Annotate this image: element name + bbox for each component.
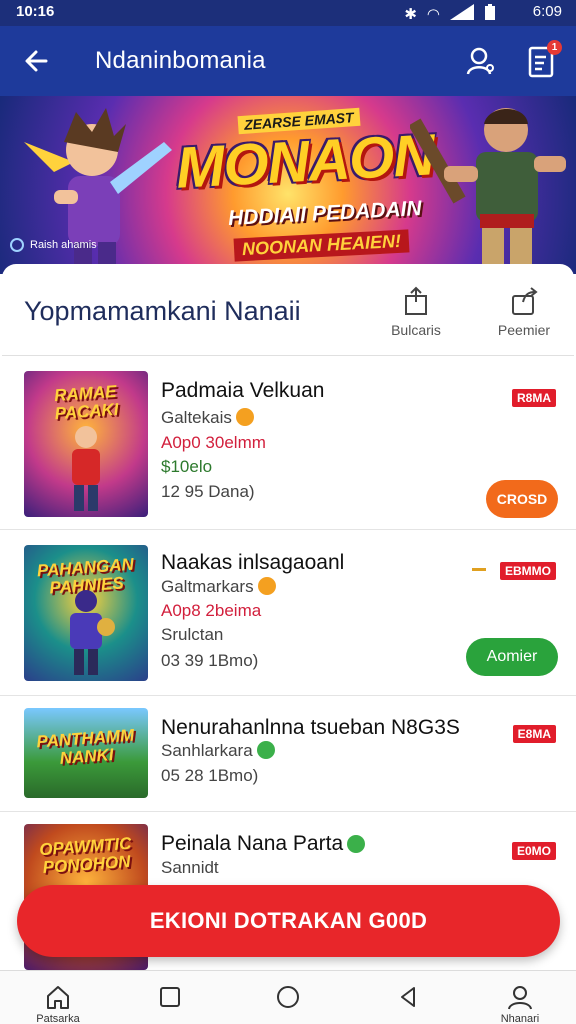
game-publisher-text: Galtmarkars: [161, 577, 254, 596]
status-bar: 10:16 ✱ ◠ 6:09: [0, 0, 576, 26]
game-publisher: Galtmarkars: [161, 577, 276, 597]
section-action-1[interactable]: Bulcaris: [378, 286, 454, 338]
banner-subline: HDDIAII PEDADAIN: [227, 196, 423, 231]
user-search-icon[interactable]: [464, 44, 498, 78]
section-action-2[interactable]: Peemier: [486, 286, 562, 338]
game-meta: 12 95 Dana): [161, 482, 255, 501]
wifi-icon: ◠: [426, 6, 440, 23]
game-name-text: Peinala Nana Parta: [161, 832, 344, 855]
status-badge: R8MA: [511, 389, 556, 407]
list-item[interactable]: RAMAE PACAKI Padmaia Velkuan Galtekais A…: [0, 358, 576, 530]
game-publisher: Sanhlarkara: [161, 741, 275, 761]
section-header: Yopmamamkani Nanaii Bulcaris Peemier: [2, 264, 574, 356]
page-title: Ndaninbomania: [95, 47, 266, 74]
status-time: 10:16: [16, 3, 55, 20]
game-publisher: Sannidt: [161, 858, 219, 877]
section-heading: Yopmamamkani Nanaii: [24, 296, 301, 326]
share-icon: [405, 286, 427, 315]
game-name[interactable]: Padmaia Velkuan: [161, 379, 324, 403]
status-badge: E8MA: [512, 725, 556, 743]
game-publisher-text: Sanhlarkara: [161, 741, 253, 760]
back-arrow-icon[interactable]: [20, 44, 54, 78]
nav-home[interactable]: Patsarka: [28, 983, 88, 1024]
check-circle-icon: [256, 741, 275, 759]
list-item[interactable]: PANTHAMM NANKI Nenurahanlnna tsueban N8G…: [0, 696, 576, 812]
notification-badge: 1: [547, 40, 562, 55]
nav-recents[interactable]: [140, 983, 200, 1011]
game-name[interactable]: Peinala Nana Parta: [161, 832, 366, 856]
app-bar: Ndaninbomania 1: [0, 26, 576, 96]
circle-icon: [277, 986, 299, 1008]
character-figure: [70, 590, 115, 675]
game-thumbnail[interactable]: PANTHAMM NANKI: [24, 708, 148, 798]
profile-icon: [508, 986, 532, 1010]
game-promo: A0p8 2beima: [161, 601, 262, 620]
game-meta: 05 28 1Bmo): [161, 766, 259, 785]
status-icons: ✱ ◠: [404, 4, 496, 24]
promo-banner[interactable]: ZEARSE EMAST MONAON HDDIAII PEDADAIN NOO…: [0, 96, 576, 274]
game-action-button[interactable]: CROSD: [486, 480, 558, 518]
hero-right-illustration: [410, 108, 566, 274]
game-thumbnail[interactable]: PAHANGAN PAHNIES: [24, 545, 148, 681]
thumbnail-title: PANTHAMM NANKI: [35, 725, 135, 768]
nav-home-label: Patsarka: [36, 1013, 80, 1024]
nav-profile[interactable]: Nhanari: [490, 983, 550, 1024]
square-icon: [160, 987, 180, 1007]
banner-headline: MONAON: [174, 122, 436, 201]
logo-ring-icon: [10, 238, 24, 252]
game-action-button[interactable]: Aomier: [466, 638, 558, 676]
bluetooth-icon: ✱: [404, 6, 417, 23]
banner-corner-logo: Raish ahamis: [10, 238, 97, 252]
home-icon: [47, 986, 69, 1009]
verified-check-icon: [347, 835, 366, 853]
game-thumbnail[interactable]: RAMAE PACAKI: [24, 371, 148, 517]
notifications-button[interactable]: 1: [524, 40, 562, 80]
battery-icon: [484, 4, 496, 24]
game-price: Srulctan: [161, 625, 224, 644]
signal-icon: [450, 4, 474, 24]
game-name[interactable]: Nenurahanlnna tsueban N8G3S: [161, 716, 460, 740]
status-badge: EBMMO: [500, 562, 556, 580]
bottom-navigation: Patsarka Nhanari: [0, 970, 576, 1024]
game-meta: 03 39 1Bmo): [161, 651, 259, 670]
primary-cta-button[interactable]: EKIONI DOTRAKAN G00D: [17, 885, 560, 957]
emoji-face-icon: [257, 577, 276, 595]
nav-profile-label: Nhanari: [500, 1013, 540, 1024]
banner-ribbon: NOONAN HEAIEN!: [233, 229, 410, 262]
game-price: $10elo: [161, 457, 213, 476]
game-publisher-text: Galtekais: [161, 408, 232, 427]
nav-back[interactable]: [378, 983, 438, 1011]
section-action-1-label: Bulcaris: [391, 322, 441, 338]
thumbnail-title: RAMAE PACAKI: [53, 381, 120, 424]
back-triangle-icon: [401, 987, 415, 1007]
section-action-2-label: Peemier: [497, 322, 551, 338]
status-badge: E0MO: [511, 842, 556, 860]
game-publisher: Galtekais: [161, 408, 254, 428]
share-alt-icon: [512, 287, 538, 315]
nav-home-system[interactable]: [258, 983, 318, 1011]
flag-mark-icon: [472, 568, 486, 571]
emoji-face-icon: [235, 408, 254, 426]
thumbnail-title: OPAWMTIC PONOHON: [38, 833, 132, 878]
list-item[interactable]: PAHANGAN PAHNIES Naakas inlsagaoanl Galt…: [0, 530, 576, 696]
banner-corner-label: Raish ahamis: [30, 239, 97, 251]
character-figure: [72, 426, 100, 511]
game-name[interactable]: Naakas inlsagaoanl: [161, 551, 344, 575]
game-promo: A0p0 30elmm: [161, 433, 266, 452]
status-clock: 6:09: [532, 3, 562, 20]
